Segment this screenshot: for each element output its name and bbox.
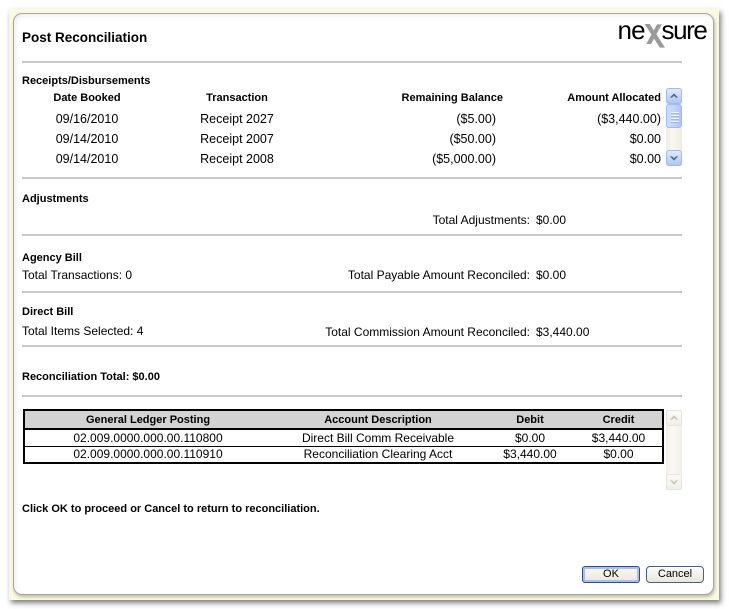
svg-text:ne: ne <box>618 15 646 45</box>
svg-text:sure: sure <box>662 15 708 45</box>
